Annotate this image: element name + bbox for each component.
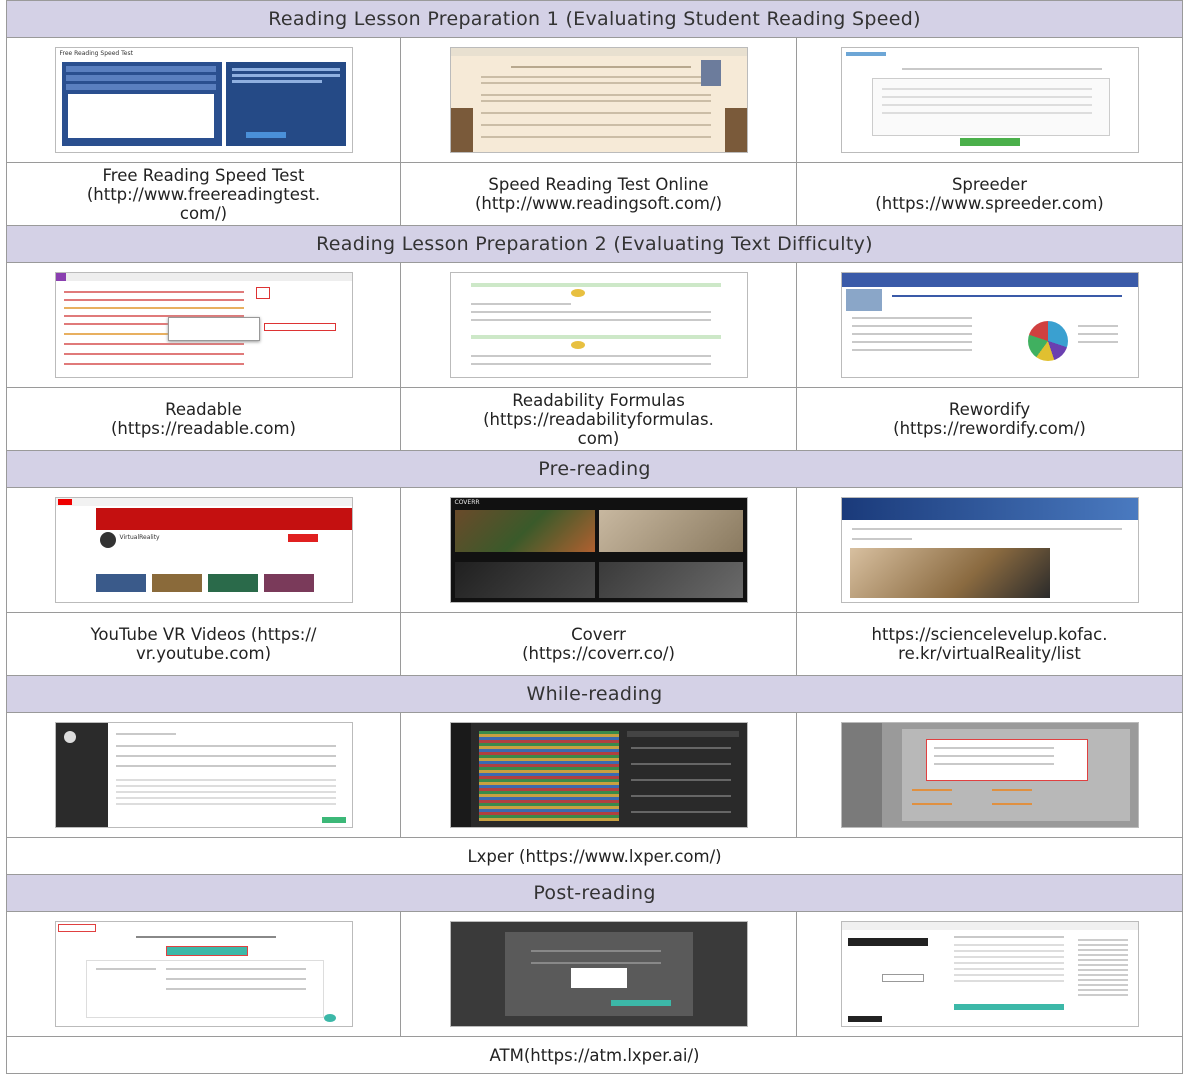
section-heading-text-difficulty: Reading Lesson Preparation 2 (Evaluating…: [5, 225, 1183, 263]
thumb-coverr-logo: COVERR: [454, 499, 480, 506]
caption-line: Readability Formulas: [512, 390, 685, 410]
caption-link[interactable]: com/): [7, 204, 400, 223]
screenshot-science-level-up: [840, 497, 1139, 603]
caption-line[interactable]: YouTube VR Videos (https://: [7, 625, 400, 644]
caption-coverr: Coverr (https://coverr.co/): [400, 612, 797, 676]
thumb-cell-rewordify: [795, 262, 1183, 388]
screenshot-youtube-vr: VirtualReality: [54, 497, 353, 603]
caption-line: Spreeder: [951, 175, 1028, 194]
caption-rewordify: Rewordify (https://rewordify.com/): [795, 387, 1183, 451]
caption-readable: Readable (https://readable.com): [6, 387, 401, 451]
section-heading-reading-speed: Reading Lesson Preparation 1 (Evaluating…: [5, 0, 1183, 38]
caption-link[interactable]: (https://readabilityformulas.: [401, 410, 796, 429]
thumb-cell-coverr: COVERR: [400, 487, 797, 613]
screenshot-readable: [54, 272, 353, 378]
caption-line: Speed Reading Test Online: [488, 175, 709, 194]
caption-youtube-vr: YouTube VR Videos (https:// vr.youtube.c…: [6, 612, 401, 676]
screenshot-readability-formulas: [449, 272, 748, 378]
thumb-cell-spreeder: [795, 37, 1183, 163]
thumb-channel-name: VirtualReality: [119, 534, 160, 541]
caption-link[interactable]: (http://www.readingsoft.com/): [401, 194, 796, 213]
thumb-cell-speed-reading-test-online: [400, 37, 797, 163]
caption-line: Free Reading Speed Test: [102, 165, 305, 185]
screenshot-speed-reading-test-online: [449, 47, 748, 153]
caption-science-level-up: https://sciencelevelup.kofac. re.kr/virt…: [795, 612, 1183, 676]
caption-link[interactable]: com): [401, 429, 796, 448]
thumb-cell-lxper-2: [400, 712, 797, 838]
thumb-cell-youtube-vr: VirtualReality: [6, 487, 401, 613]
screenshot-rewordify: [840, 272, 1139, 378]
caption-line: Readable: [165, 400, 242, 419]
screenshot-atm-3: [840, 921, 1139, 1027]
thumb-cell-readability-formulas: [400, 262, 797, 388]
caption-link[interactable]: Lxper (https://www.lxper.com/): [7, 847, 1182, 866]
tools-table: Reading Lesson Preparation 1 (Evaluating…: [5, 0, 1183, 1074]
thumb-cell-lxper-1: [6, 712, 401, 838]
section-heading-pre-reading: Pre-reading: [5, 450, 1183, 488]
caption-line: Coverr: [571, 625, 626, 644]
thumb-cell-science-level-up: [795, 487, 1183, 613]
thumb-cell-atm-2: [400, 911, 797, 1037]
caption-link[interactable]: https://sciencelevelup.kofac.: [797, 625, 1182, 644]
screenshot-lxper-1: [54, 722, 353, 828]
caption-atm: ATM(https://atm.lxper.ai/): [5, 1036, 1183, 1074]
caption-free-reading-speed-test: Free Reading Speed Test (http://www.free…: [6, 162, 401, 226]
screenshot-coverr: COVERR: [449, 497, 748, 603]
thumb-cell-free-reading-speed-test: Free Reading Speed Test: [6, 37, 401, 163]
caption-link[interactable]: (https://readable.com): [7, 419, 400, 438]
section-heading-while-reading: While-reading: [5, 675, 1183, 713]
screenshot-atm-2: [449, 921, 748, 1027]
caption-link[interactable]: (http://www.freereadingtest.: [7, 185, 400, 204]
screenshot-lxper-2: [449, 722, 748, 828]
caption-link[interactable]: (https://rewordify.com/): [797, 419, 1182, 438]
caption-readability-formulas: Readability Formulas (https://readabilit…: [400, 387, 797, 451]
caption-lxper: Lxper (https://www.lxper.com/): [5, 837, 1183, 875]
screenshot-free-reading-speed-test: Free Reading Speed Test: [54, 47, 353, 153]
screenshot-atm-1: [54, 921, 353, 1027]
thumb-cell-atm-3: [795, 911, 1183, 1037]
caption-line: Rewordify: [948, 400, 1031, 419]
caption-link[interactable]: (https://coverr.co/): [401, 644, 796, 663]
caption-spreeder: Spreeder (https://www.spreeder.com): [795, 162, 1183, 226]
caption-link[interactable]: vr.youtube.com): [7, 644, 400, 663]
screenshot-lxper-3: [840, 722, 1139, 828]
caption-link[interactable]: re.kr/virtualReality/list: [797, 644, 1182, 663]
caption-link[interactable]: ATM(https://atm.lxper.ai/): [7, 1046, 1182, 1065]
screenshot-spreeder: [840, 47, 1139, 153]
caption-speed-reading-test-online: Speed Reading Test Online (http://www.re…: [400, 162, 797, 226]
section-heading-post-reading: Post-reading: [5, 874, 1183, 912]
thumb-cell-readable: [6, 262, 401, 388]
thumb-title-text: Free Reading Speed Test: [59, 50, 133, 57]
thumb-cell-lxper-3: [795, 712, 1183, 838]
caption-link[interactable]: (https://www.spreeder.com): [797, 194, 1182, 213]
thumb-cell-atm-1: [6, 911, 401, 1037]
tools-grid: Reading Lesson Preparation 1 (Evaluating…: [5, 0, 1183, 1074]
